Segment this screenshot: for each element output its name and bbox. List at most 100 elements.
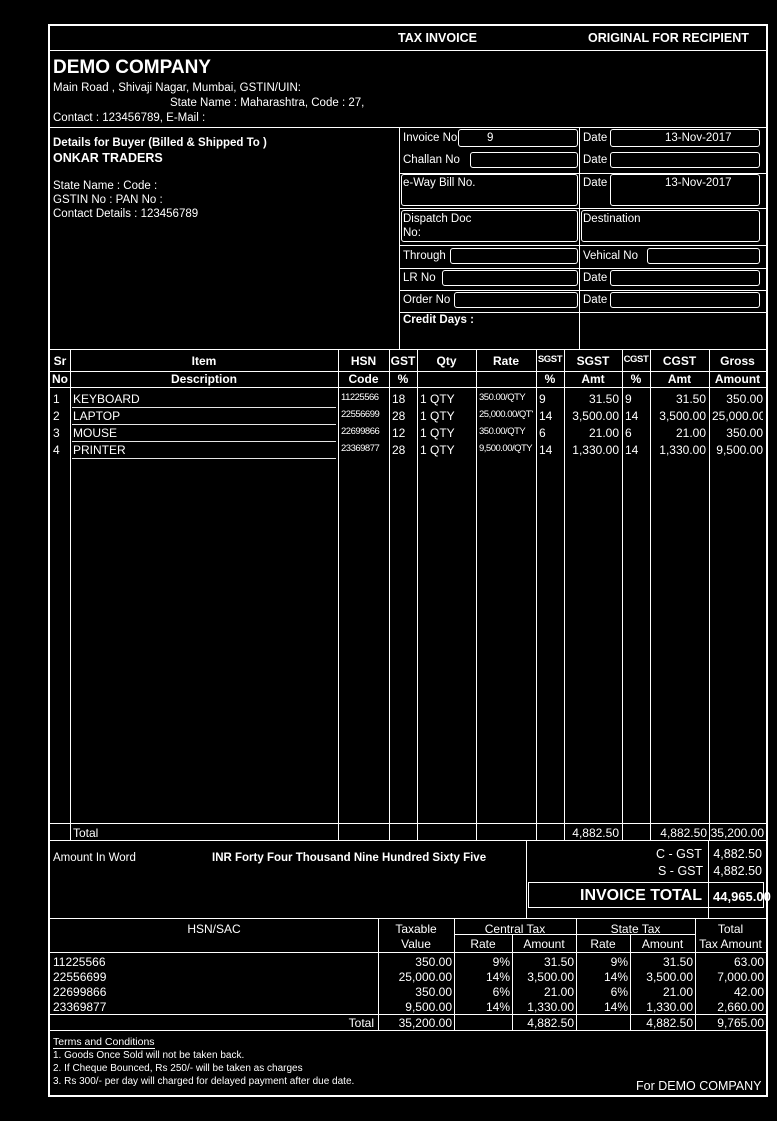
hsn-s_rate: 14% [603,1000,628,1014]
hsn-s_amt: 1,330.00 [646,1000,693,1014]
item-sr: 1 [53,392,60,406]
hsn-total-label: Total [348,1016,374,1030]
lr-field [442,270,578,286]
invoice-page: TAX INVOICE ORIGINAL FOR RECIPIENT DEMO … [48,24,771,1097]
hsn-s_amt: 3,500.00 [646,970,693,984]
hsn-total: 7,000.00 [717,970,764,984]
item-cgst_amt: 21.00 [675,426,706,440]
date3-label: Date [583,177,608,189]
date5-label: Date [583,294,608,306]
hsn-total: 63.00 [733,955,764,969]
sgst-total: 4,882.50 [713,864,762,878]
challan-field [470,152,578,168]
hsn-hsn: 22699866 [53,985,107,999]
item-gst: 28 [392,443,406,457]
items-header-qty: Qty [436,354,457,368]
item-sgst_amt: 3,500.00 [572,409,619,423]
item-sgst_amt: 21.00 [588,426,619,440]
through-field [450,248,578,264]
items-header-cgst: CGST [662,354,697,368]
hsn-c_amt: 31.50 [543,955,574,969]
central-rate-header: Rate [470,937,496,951]
item-qty: 1 QTY [420,443,455,457]
item-rate: 350.00/QTY [479,392,526,403]
item-rate: 25,000.00/QTY [479,409,533,420]
state-rate-header: Rate [590,937,616,951]
seller-address-line2: State Name : Maharashtra, Code : 27, [170,97,365,109]
date2-field [610,152,760,168]
date3-field [610,174,760,206]
item-rate: 9,500.00/QTY [479,443,533,454]
items-header-item: Item [191,354,217,368]
hsn-hsn: 22556699 [53,970,107,984]
terms-line-1: 1. Goods Once Sold will not be taken bac… [53,1050,245,1061]
items-header-sr: Sr [53,354,67,368]
item-cgst_amt: 31.50 [675,392,706,406]
hsn-total-central: 4,882.50 [527,1016,574,1030]
credit-days-label: Credit Days : [403,314,474,326]
item-gst: 18 [392,392,406,406]
order-label: Order No [403,294,451,306]
total-tax-header: Total [717,922,744,936]
taxable-header: Taxable [395,922,437,936]
items-subheader-item: Description [170,372,237,386]
item-sgst_pct: 6 [539,426,546,440]
items-subheader-sr: No [52,372,68,386]
amount-in-word-label: Amount In Word [53,852,136,864]
item-sr: 2 [53,409,60,423]
sgst-label: S - GST [658,864,704,878]
date1-label: Date [583,132,608,144]
items-subheader-gst: % [397,372,409,386]
date5-field [610,292,760,308]
date1-field [610,129,760,147]
items-total-gross: 35,200.00 [710,826,764,840]
tax-invoice-title: TAX INVOICE [398,31,477,45]
lr-label: LR No [403,272,436,284]
terms-line-3: 3. Rs 300/- per day will charged for del… [53,1076,355,1087]
hsn-hsn: 11225566 [53,955,106,969]
hsn-s_rate: 9% [610,955,628,969]
items-total-sgst: 4,882.50 [572,826,619,840]
item-cgst_pct: 9 [625,392,632,406]
seller-address-line1: Main Road , Shivaji Nagar, Mumbai, GSTIN… [53,82,301,94]
buyer-heading: Details for Buyer (Billed & Shipped To ) [53,137,267,149]
vehical-label: Vehical No [583,250,638,262]
hsn-hsn: 23369877 [53,1000,107,1014]
eway-bill-field [401,174,578,206]
dispatch-field [401,210,578,242]
hsn-taxable: 9,500.00 [405,1000,452,1014]
item-hsn: 22556699 [341,409,380,420]
item-gross: 25,000.00 [712,409,763,423]
item-cgst_pct: 14 [625,409,639,423]
items-header-gross: Gross [720,354,755,368]
item-cgst_amt: 3,500.00 [659,409,706,423]
for-company: For DEMO COMPANY [636,1079,762,1093]
destination-field [581,210,760,242]
hsn-total: 2,660.00 [717,1000,764,1014]
terms-heading: Terms and Conditions [53,1036,155,1049]
items-header-cgstp: CGST [623,354,649,365]
buyer-gstin: GSTIN No : PAN No : [53,194,163,206]
hsn-s_rate: 6% [610,985,628,999]
hsn-s_amt: 21.00 [662,985,693,999]
challan-label: Challan No [403,154,460,166]
item-sgst_amt: 1,330.00 [572,443,619,457]
item-gross: 350.00 [726,426,763,440]
seller-name: DEMO COMPANY [53,57,211,78]
hsn-c_rate: 9% [492,955,510,969]
hsn-c_amt: 21.00 [543,985,574,999]
hsn-c_rate: 6% [492,985,510,999]
item-desc: LAPTOP [73,409,121,423]
item-gross: 350.00 [726,392,763,406]
hsn-taxable: 350.00 [415,985,452,999]
date4-label: Date [583,272,608,284]
item-sr: 4 [53,443,60,457]
items-header-hsn: HSN [350,354,377,368]
item-gross: 9,500.00 [716,443,763,457]
date4-field [610,270,760,286]
hsn-s_amt: 31.50 [662,955,693,969]
vehical-field [647,248,760,264]
item-qty: 1 QTY [420,426,455,440]
central-tax-header: Central Tax [484,922,546,936]
buyer-name: ONKAR TRADERS [53,151,163,165]
